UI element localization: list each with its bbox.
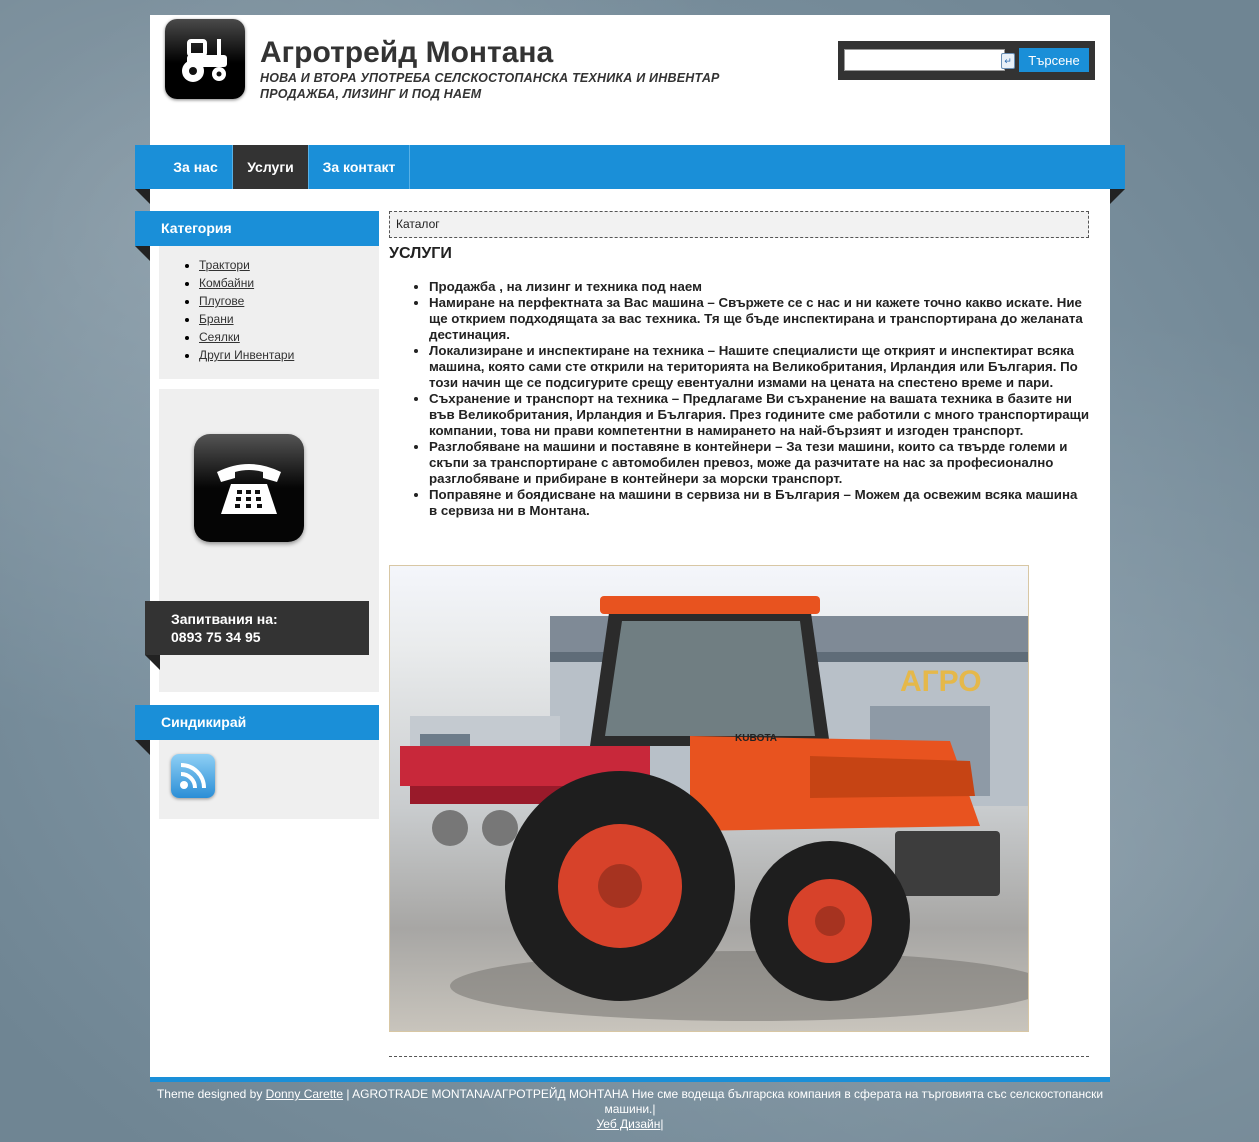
nav-item-about[interactable]: За нас <box>159 145 233 189</box>
category-link-tractors[interactable]: Трактори <box>199 258 250 272</box>
page-title: УСЛУГИ <box>389 245 452 262</box>
tractor-photo: АГРО KUBOTA <box>389 565 1029 1032</box>
list-item: Намиране на перфектната за Вас машина – … <box>429 295 1089 343</box>
list-item: Трактори <box>199 256 379 274</box>
list-item: Разглобяване на машини и поставяне в кон… <box>429 439 1089 487</box>
category-box: Трактори Комбайни Плугове Брани Сеялки Д… <box>159 246 379 379</box>
list-item: Локализиране и инспектиране на техника –… <box>429 343 1089 391</box>
list-item: Комбайни <box>199 274 379 292</box>
breadcrumb: Каталог <box>389 211 1089 238</box>
footer: Theme designed by Donny Carette | AGROTR… <box>150 1087 1110 1132</box>
telephone-icon <box>194 434 304 542</box>
category-link-harrows[interactable]: Брани <box>199 312 234 326</box>
category-link-other[interactable]: Други Инвентари <box>199 348 294 362</box>
footer-suffix: | <box>660 1117 664 1131</box>
list-item: Съхранение и транспорт на техника – Пред… <box>429 391 1089 439</box>
list-item: Други Инвентари <box>199 346 379 364</box>
category-title: Категория <box>161 220 232 236</box>
inquiry-fold <box>145 655 160 670</box>
list-item: Продажба , на лизинг и техника под наем <box>429 279 1089 295</box>
rss-icon[interactable] <box>171 754 215 798</box>
site-slogan-line2: ПРОДАЖБА, ЛИЗИНГ И ПОД НАЕМ <box>260 87 482 101</box>
inquiry-label: Запитвания на: <box>171 611 278 627</box>
clear-search-icon[interactable]: ↵ <box>1001 53 1015 69</box>
tractor-icon[interactable] <box>165 19 245 99</box>
designer-link[interactable]: Donny Carette <box>266 1087 343 1101</box>
category-link-seeders[interactable]: Сеялки <box>199 330 240 344</box>
category-header: Категория <box>135 211 379 246</box>
list-item: Брани <box>199 310 379 328</box>
site-title[interactable]: Агротрейд Монтана <box>260 36 553 70</box>
category-link-combines[interactable]: Комбайни <box>199 276 254 290</box>
footer-text: | AGROTRADE MONTANA/АГРОТРЕЙД МОНТАНА Ни… <box>343 1087 1104 1116</box>
search-input[interactable] <box>844 49 1005 71</box>
phone-number: 0893 75 34 95 <box>171 629 261 645</box>
web-design-link[interactable]: Уеб Дизайн <box>596 1117 660 1131</box>
category-link-ploughs[interactable]: Плугове <box>199 294 244 308</box>
inquiry-banner: Запитвания на: 0893 75 34 95 <box>145 601 369 655</box>
syndicate-header: Синдикирай <box>135 705 379 740</box>
nav-item-services[interactable]: Услуги <box>233 145 309 189</box>
list-item: Сеялки <box>199 328 379 346</box>
building-sign: АГРО <box>900 665 982 698</box>
nav-item-contact[interactable]: За контакт <box>309 145 410 189</box>
nav-fold-left <box>135 189 150 204</box>
tractor-brand: KUBOTA <box>735 733 777 744</box>
footer-prefix: Theme designed by <box>156 1087 266 1101</box>
syndicate-box <box>159 740 379 819</box>
services-list: Продажба , на лизинг и техника под наем … <box>389 279 1089 519</box>
search-box: ↵ Търсене <box>838 41 1095 80</box>
content-divider <box>389 1056 1089 1057</box>
search-button[interactable]: Търсене <box>1019 48 1089 72</box>
syndicate-title: Синдикирай <box>161 714 247 730</box>
list-item: Плугове <box>199 292 379 310</box>
nav-fold-right <box>1110 189 1125 204</box>
syndicate-fold <box>135 740 150 755</box>
breadcrumb-catalog[interactable]: Каталог <box>396 217 440 231</box>
category-fold <box>135 246 150 261</box>
main-nav: За нас Услуги За контакт <box>135 145 1125 189</box>
footer-bar <box>150 1077 1110 1082</box>
category-list: Трактори Комбайни Плугове Брани Сеялки Д… <box>159 246 379 364</box>
site-slogan-line1: НОВА И ВТОРА УПОТРЕБА СЕЛСКОСТОПАНСКА ТЕ… <box>260 71 720 85</box>
list-item: Поправяне и боядисване на машини в серви… <box>429 487 1089 519</box>
